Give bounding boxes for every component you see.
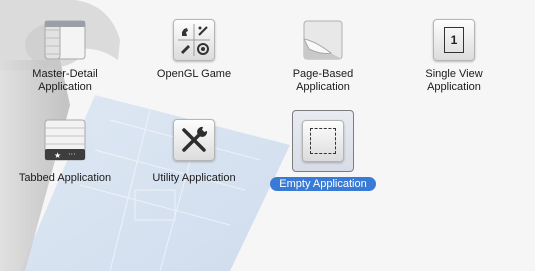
template-label-selected: Empty Application <box>270 177 376 191</box>
template-label: OpenGL Game <box>156 68 232 80</box>
template-label: Master-Detail Application <box>32 68 98 93</box>
template-empty[interactable]: Empty Application <box>258 108 388 208</box>
single-view-icon: 1 <box>430 16 478 64</box>
empty-frame-icon <box>292 110 354 172</box>
template-label: Tabbed Application <box>18 172 112 184</box>
template-label: Single View Application <box>425 68 483 93</box>
template-utility[interactable]: Utility Application <box>129 108 259 208</box>
single-view-digit: 1 <box>444 27 464 53</box>
tab-bar-icon: ★ ··· <box>41 116 89 164</box>
page-curl-icon <box>299 16 347 64</box>
template-opengl-game[interactable]: OpenGL Game <box>129 8 259 108</box>
template-tabbed[interactable]: ★ ··· Tabbed Application <box>0 108 130 208</box>
svg-text:★: ★ <box>54 151 61 160</box>
tools-icon <box>170 116 218 164</box>
opengl-game-icon <box>170 16 218 64</box>
template-label: Page-Based Application <box>292 68 354 93</box>
template-master-detail[interactable]: Master-Detail Application <box>0 8 130 108</box>
svg-text:···: ··· <box>68 150 76 159</box>
template-single-view[interactable]: 1 Single View Application <box>389 8 519 108</box>
template-page-based[interactable]: Page-Based Application <box>258 8 388 108</box>
master-detail-icon <box>41 16 89 64</box>
template-label: Utility Application <box>152 172 236 184</box>
